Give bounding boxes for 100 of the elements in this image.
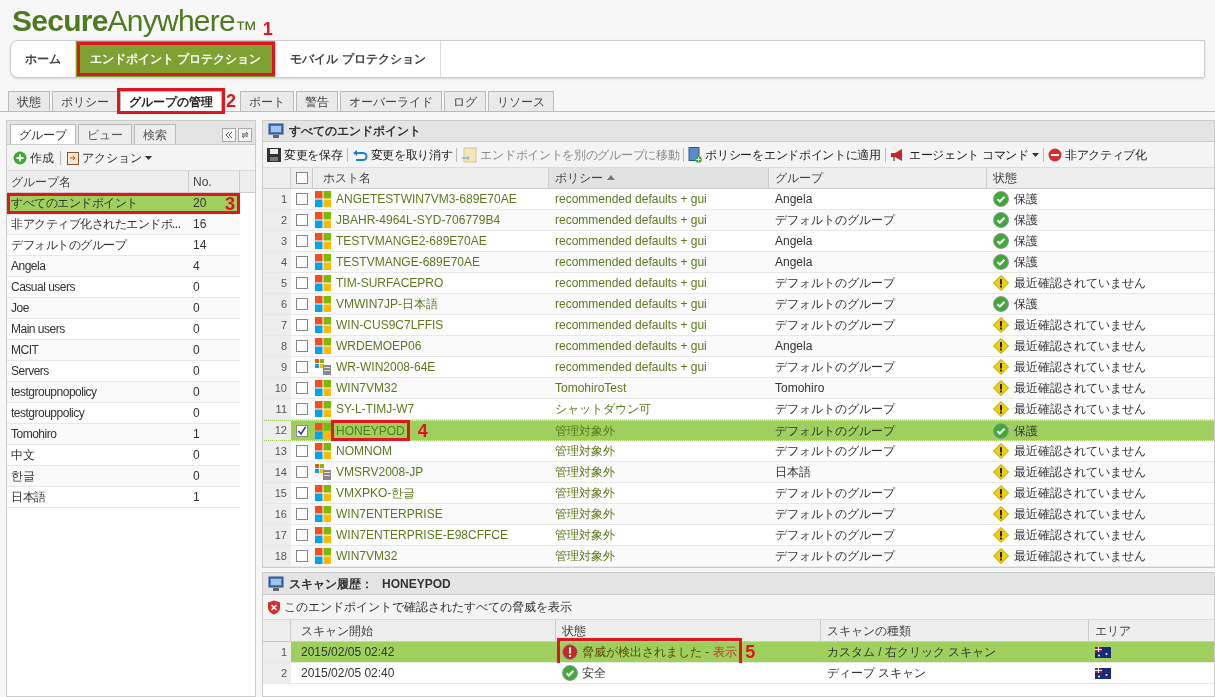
callout-number: 5 <box>745 643 756 661</box>
group-row[interactable]: Tomohiro 1 <box>7 424 240 445</box>
row-checkbox[interactable] <box>296 529 308 541</box>
row-checkbox[interactable] <box>296 445 308 457</box>
row-checkbox[interactable] <box>296 235 308 247</box>
toolbar-button[interactable]: ポリシーをエンドポイントに適用 <box>688 145 881 164</box>
row-checkbox[interactable] <box>296 487 308 499</box>
endpoint-row[interactable]: 18 WIN7VM32 管理対象外 デフォルトのグループ 最近確認されていません <box>263 546 1214 567</box>
toolbar-button[interactable]: 変更を取り消す <box>351 145 453 164</box>
sort-ascending-icon <box>607 175 615 181</box>
row-checkbox[interactable] <box>296 193 308 205</box>
sub-tab[interactable]: 警告 <box>296 91 338 111</box>
endpoint-row[interactable]: 16 WIN7ENTERPRISE 管理対象外 デフォルトのグループ 最近確認されていません <box>263 504 1214 525</box>
group-name: デフォルトのグループ <box>774 422 897 440</box>
row-checkbox[interactable] <box>296 298 308 310</box>
collapse-button[interactable] <box>222 128 236 142</box>
row-checkbox[interactable] <box>296 403 308 415</box>
no-entry-icon <box>1047 147 1062 162</box>
warning-icon <box>993 506 1009 522</box>
endpoint-row[interactable]: 10 WIN7VM32 TomohiroTest Tomohiro 最近確認されていません <box>263 378 1214 399</box>
endpoint-row[interactable]: 13 NOMNOM 管理対象外 デフォルトのグループ 最近確認されていません <box>263 441 1214 462</box>
panel-tab[interactable]: 検索 <box>134 124 176 144</box>
status-text: 最近確認されていません <box>1014 506 1146 523</box>
windows-icon <box>315 548 331 564</box>
sub-tab[interactable]: リソース <box>488 91 554 111</box>
toolbar-button[interactable]: 非アクティブ化 <box>1047 145 1147 164</box>
endpoint-row[interactable]: 5 TIM-SURFACEPRO recommended defaults + gui デフォルトのグループ 最近確認されていません <box>263 273 1214 294</box>
endpoint-row[interactable]: 11 SY-L-TIMJ-W7 シャットダウン可 デフォルトのグループ 最近確認されていません <box>263 399 1214 420</box>
endpoint-row[interactable]: 14 VMSRV2008-JP 管理対象外 日本語 最近確認されていません <box>263 462 1214 483</box>
group-row[interactable]: MCIT 0 <box>7 340 240 361</box>
endpoint-row[interactable]: 1 ANGETESTWIN7VM3-689E70AE recommended defaults + gui Angela 保護 <box>263 189 1214 210</box>
policy-name: TomohiroTest <box>554 380 628 397</box>
group-name: Angela <box>774 254 814 271</box>
windows-icon <box>315 527 331 543</box>
endpoint-row[interactable]: 8 WRDEMOEP06 recommended defaults + gui Angela 最近確認されていません <box>263 336 1214 357</box>
column-header[interactable]: スキャンの種類 <box>821 620 1089 641</box>
column-header[interactable]: スキャン開始 <box>291 620 556 641</box>
toolbar-button[interactable]: エージェント コマンド <box>889 145 1039 164</box>
column-header[interactable]: ポリシー <box>549 167 769 188</box>
column-header[interactable]: グループ名 <box>7 171 189 192</box>
endpoint-row[interactable]: 12 HONEYPOD 4 管理対象外 デフォルトのグループ 保護 <box>263 420 1214 441</box>
policy-name: シャットダウン可 <box>554 401 652 418</box>
column-header[interactable]: エリア <box>1089 620 1214 641</box>
row-checkbox[interactable] <box>296 382 308 394</box>
row-checkbox[interactable] <box>296 256 308 268</box>
sub-tab[interactable]: ポート <box>240 91 294 111</box>
create-button[interactable]: 作成 <box>13 148 54 167</box>
check-circle-icon <box>993 233 1009 249</box>
group-row[interactable]: testgroupnopolicy 0 <box>7 382 240 403</box>
sub-tab[interactable]: ポリシー <box>52 91 118 111</box>
group-name: デフォルトのグループ <box>774 485 897 502</box>
double-chevron-icon <box>225 131 233 139</box>
sub-tab[interactable]: オーバーライド <box>340 91 442 111</box>
endpoint-row[interactable]: 17 WIN7ENTERPRISE-E98CFFCE 管理対象外 デフォルトのグループ 最近確認されていません <box>263 525 1214 546</box>
endpoint-row[interactable]: 4 TESTVMANGE-689E70AE recommended defaults + gui Angela 保護 <box>263 252 1214 273</box>
column-header[interactable]: 状態 <box>556 620 821 641</box>
undo-icon <box>351 147 368 162</box>
group-row[interactable]: 非アクティブ化されたエンドポ... 16 <box>7 214 240 235</box>
nav-tab[interactable]: モバイル プロテクション <box>276 41 441 77</box>
column-header[interactable]: 状態 <box>987 167 1214 188</box>
sub-tab[interactable]: グループの管理 <box>120 91 222 111</box>
group-row[interactable]: 한글 0 <box>7 466 240 487</box>
row-checkbox[interactable] <box>296 319 308 331</box>
group-row[interactable]: Joe 0 <box>7 298 240 319</box>
column-header[interactable]: グループ <box>769 167 987 188</box>
toolbar-button[interactable]: 変更を保存 <box>267 145 343 164</box>
column-header[interactable]: No. <box>189 171 240 192</box>
endpoint-row[interactable]: 6 VMWIN7JP-日本語 recommended defaults + gui デフォルトのグループ 保護 <box>263 294 1214 315</box>
hostname: VMWIN7JP-日本語 <box>336 296 438 313</box>
row-checkbox[interactable] <box>296 550 308 562</box>
row-checkbox[interactable] <box>296 508 308 520</box>
document-plus-icon <box>688 146 703 163</box>
panel-title: スキャン履歴： <box>289 575 373 593</box>
monitor-info-icon <box>268 575 284 592</box>
action-menu-button[interactable]: アクション <box>67 148 152 167</box>
sub-tab[interactable]: ログ <box>444 91 486 111</box>
scan-row[interactable]: 2 2015/02/05 02:40 安全 ディープ スキャン <box>263 663 1214 684</box>
panel-title-host: HONEYPOD <box>382 575 451 593</box>
row-checkbox[interactable] <box>296 361 308 373</box>
endpoint-row[interactable]: 9 WR-WIN2008-64E recommended defaults + gui デフォルトのグループ 最近確認されていません <box>263 357 1214 378</box>
row-checkbox[interactable] <box>296 424 308 437</box>
endpoint-row[interactable]: 15 VMXPKO-한글 管理対象外 デフォルトのグループ 最近確認されていません <box>263 483 1214 504</box>
endpoint-row[interactable]: 7 WIN-CUS9C7LFFIS recommended defaults + gui デフォルトのグループ 最近確認されていません <box>263 315 1214 336</box>
row-checkbox[interactable] <box>296 466 308 478</box>
group-count: 1 <box>192 426 201 443</box>
row-checkbox[interactable] <box>296 277 308 289</box>
row-checkbox[interactable] <box>296 214 308 226</box>
sub-tab[interactable]: 状態 <box>8 91 50 111</box>
callout-number: 3 <box>225 195 235 213</box>
group-row[interactable]: すべてのエンドポイント 20 3 <box>7 193 240 214</box>
group-name: デフォルトのグループ <box>774 527 897 544</box>
panel-tab[interactable]: ビュー <box>78 124 132 144</box>
group-row[interactable]: Angela 4 <box>7 256 240 277</box>
select-all-checkbox[interactable] <box>295 171 308 184</box>
warning-icon <box>993 443 1009 459</box>
panel-tab[interactable]: グループ <box>10 124 76 144</box>
endpoint-row[interactable]: 3 TESTVMANGE2-689E70AE recommended defaults + gui Angela 保護 <box>263 231 1214 252</box>
endpoint-row[interactable]: 2 JBAHR-4964L-SYD-706779B4 recommended defaults + gui デフォルトのグループ 保護 <box>263 210 1214 231</box>
row-checkbox[interactable] <box>296 340 308 352</box>
windows-icon <box>315 191 331 207</box>
